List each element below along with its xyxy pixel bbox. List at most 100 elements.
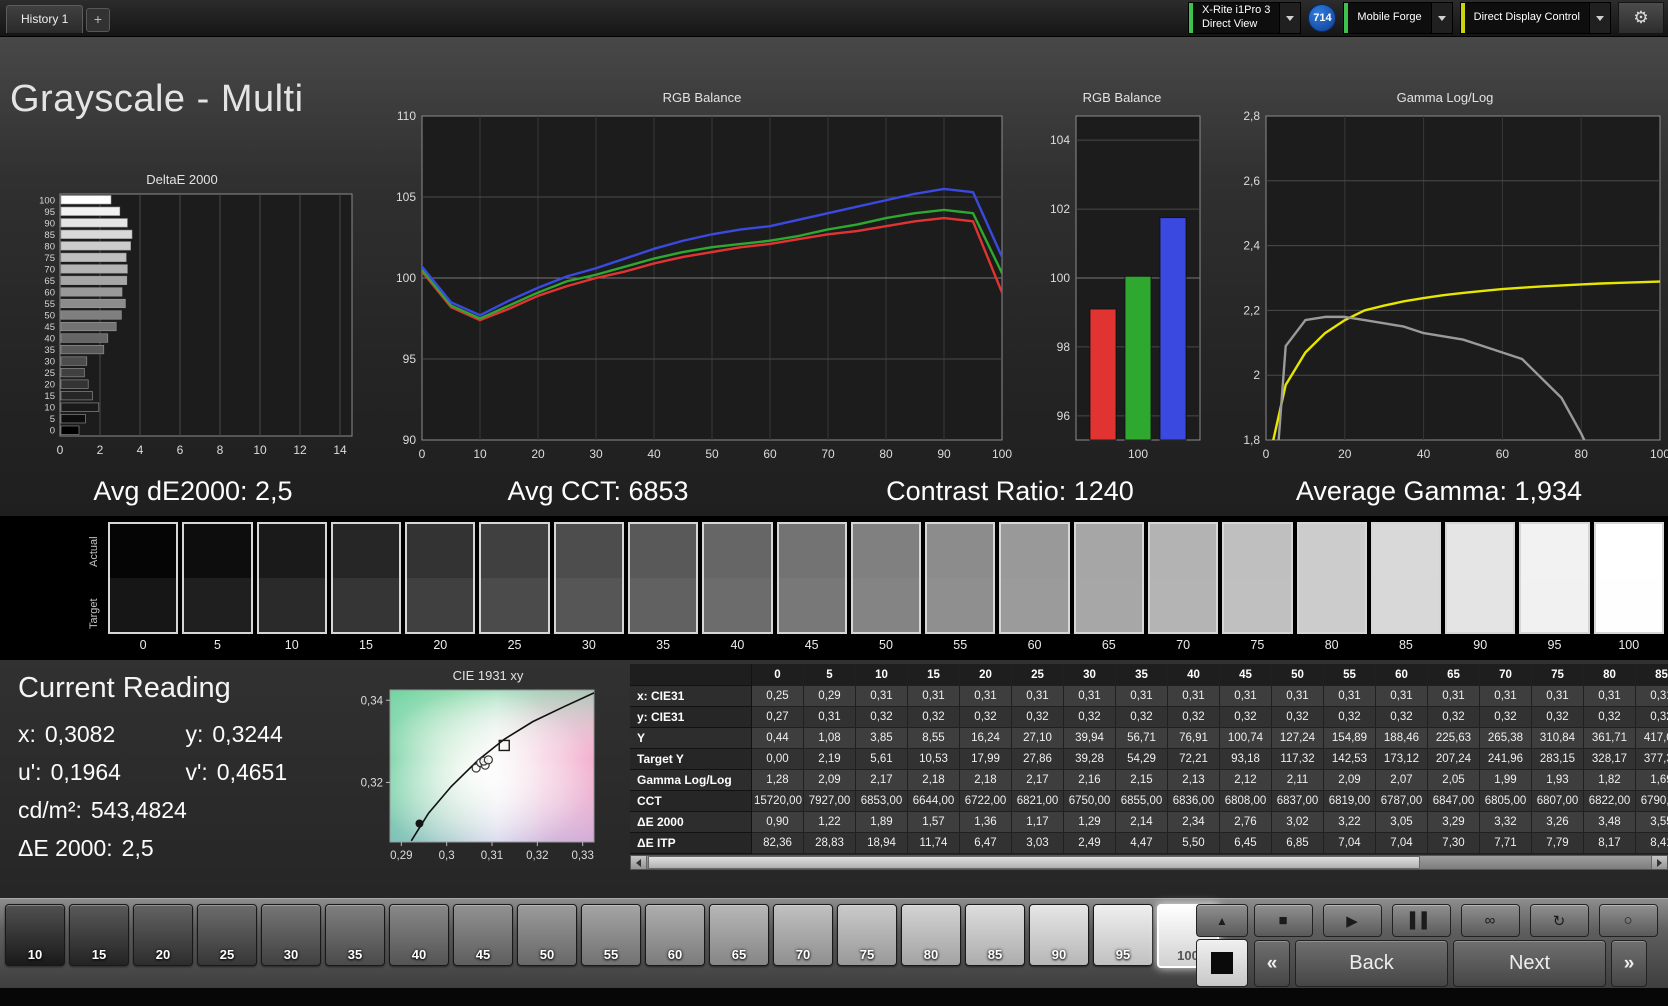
table-cell: 154,89 xyxy=(1324,728,1376,749)
table-cell: 5,50 xyxy=(1168,833,1220,854)
table-cell: 0,32 xyxy=(1012,707,1064,728)
table-cell: 0,32 xyxy=(1272,707,1324,728)
table-cell: 1,93 xyxy=(1532,770,1584,791)
swatch-actual-half xyxy=(927,524,994,578)
source-dropdown[interactable]: Mobile Forge xyxy=(1343,2,1453,34)
stop-button[interactable]: ■ xyxy=(1254,904,1313,937)
level-button-90[interactable]: 90 xyxy=(1029,904,1089,966)
add-tab-button[interactable]: + xyxy=(86,8,110,32)
table-row: Y 0,44 1,08 3,85 8,55 16,24 27,10 39,94 56,71 76,… xyxy=(630,728,1668,749)
table-cell: 6,85 xyxy=(1272,833,1324,854)
level-button-70[interactable]: 70 xyxy=(773,904,833,966)
swatch-actual-half xyxy=(110,524,177,578)
record-button[interactable]: ○ xyxy=(1599,904,1658,937)
pattern-window-button[interactable] xyxy=(1196,939,1248,987)
level-button-25[interactable]: 25 xyxy=(197,904,257,966)
table-cell: 8,55 xyxy=(908,728,960,749)
level-button-65[interactable]: 65 xyxy=(709,904,769,966)
table-cell: 0,31 xyxy=(804,707,856,728)
level-button-50[interactable]: 50 xyxy=(517,904,577,966)
table-row: x: CIE31 0,25 0,29 0,31 0,31 0,31 0,31 0,31 0,31… xyxy=(630,686,1668,707)
table-scrollbar[interactable] xyxy=(630,855,1668,870)
source-dropdown-button[interactable] xyxy=(1430,3,1452,33)
level-button-85[interactable]: 85 xyxy=(965,904,1025,966)
pause-button[interactable]: ▌▌ xyxy=(1392,904,1451,937)
table-cell: 0,32 xyxy=(1636,707,1668,728)
deltae-chart: DeltaE 2000 0 2 4 6 8 10 12 14 0 5 10 15 20 25 30 35 40 4… xyxy=(4,172,360,462)
scrollbar-thumb[interactable] xyxy=(648,856,1420,869)
tab-history-1[interactable]: History 1 xyxy=(6,5,84,33)
next-button[interactable]: Next xyxy=(1453,940,1606,987)
swatch-target-half xyxy=(1595,578,1662,632)
level-button-75[interactable]: 75 xyxy=(837,904,897,966)
swatch-label: 75 xyxy=(1250,638,1265,652)
swatch-box xyxy=(999,522,1070,634)
swatch-box xyxy=(182,522,253,634)
level-button-15[interactable]: 15 xyxy=(69,904,129,966)
deltae-bar-40 xyxy=(60,333,109,343)
level-button-30[interactable]: 30 xyxy=(261,904,321,966)
deltae-bar-95 xyxy=(60,206,121,216)
loop-button[interactable]: ↻ xyxy=(1530,904,1589,937)
table-cell: 0,32 xyxy=(960,707,1012,728)
level-button-label: 85 xyxy=(987,947,1003,962)
table-cell: 0,31 xyxy=(1324,686,1376,707)
level-button-label: 10 xyxy=(27,947,43,962)
display-control-dropdown-button[interactable] xyxy=(1589,3,1610,33)
scroll-left-button[interactable] xyxy=(631,856,647,869)
level-button-40[interactable]: 40 xyxy=(389,904,449,966)
table-cell: 7,04 xyxy=(1324,833,1376,854)
swatch-label: 35 xyxy=(656,638,671,652)
level-button-35[interactable]: 35 xyxy=(325,904,385,966)
table-cell: 27,86 xyxy=(1012,749,1064,770)
meter-dropdown[interactable]: X-Rite i1Pro 3 Direct View xyxy=(1187,2,1302,34)
table-cell: 2,09 xyxy=(804,770,856,791)
svg-text:95: 95 xyxy=(403,352,417,366)
table-header-cell: 20 xyxy=(960,664,1012,686)
back-arrow-button[interactable]: « xyxy=(1254,940,1290,987)
level-button-10[interactable]: 10 xyxy=(5,904,65,966)
grayscale-swatch-55: 55 xyxy=(925,522,996,652)
level-button-20[interactable]: 20 xyxy=(133,904,193,966)
next-arrow-button[interactable]: » xyxy=(1611,940,1647,987)
grayscale-swatch-80: 80 xyxy=(1296,522,1367,652)
gear-icon: ⚙ xyxy=(1633,8,1649,27)
meter-dropdown-button[interactable] xyxy=(1279,3,1301,33)
play-button[interactable]: ▶ xyxy=(1323,904,1382,937)
table-cell: 3,48 xyxy=(1584,812,1636,833)
table-cell: 2,07 xyxy=(1376,770,1428,791)
deltae-chart-canvas: 0 2 4 6 8 10 12 1405101520253035404550556065707… xyxy=(39,193,353,457)
table-cell: 2,16 xyxy=(1064,770,1116,791)
level-button-label: 35 xyxy=(347,947,363,962)
continuous-button[interactable]: ∞ xyxy=(1461,904,1520,937)
deltae-bar-5 xyxy=(60,414,86,424)
back-button[interactable]: Back xyxy=(1295,940,1448,987)
scroll-right-button[interactable] xyxy=(1651,856,1667,869)
swatch-actual-half xyxy=(1521,524,1588,578)
level-button-60[interactable]: 60 xyxy=(645,904,705,966)
settings-button[interactable]: ⚙ xyxy=(1618,2,1664,34)
level-button-95[interactable]: 95 xyxy=(1093,904,1153,966)
level-button-label: 45 xyxy=(475,947,491,962)
swatch-actual-half xyxy=(778,524,845,578)
grayscale-swatch-20: 20 xyxy=(405,522,476,652)
summary-stats-row: Avg dE2000: 2,5 Avg CCT: 6853 Contrast R… xyxy=(0,476,1668,507)
level-button-55[interactable]: 55 xyxy=(581,904,641,966)
display-control-dropdown[interactable]: Direct Display Control xyxy=(1459,2,1611,34)
swatch-label: 95 xyxy=(1547,638,1562,652)
svg-text:100: 100 xyxy=(1650,447,1668,461)
chart-title: RGB Balance xyxy=(1082,90,1162,105)
deltae-bar-85 xyxy=(60,229,133,239)
level-button-45[interactable]: 45 xyxy=(453,904,513,966)
deltae-bar-100 xyxy=(60,195,112,205)
level-button-80[interactable]: 80 xyxy=(901,904,961,966)
pattern-up-button[interactable]: ▲ xyxy=(1196,904,1248,937)
table-cell: 225,63 xyxy=(1428,728,1480,749)
table-cell: 39,28 xyxy=(1064,749,1116,770)
table-row-label: ΔE 2000 xyxy=(630,812,752,833)
swatch-target-half xyxy=(481,578,548,632)
swatch-box xyxy=(108,522,179,634)
table-row: y: CIE31 0,27 0,31 0,32 0,32 0,32 0,32 0,32 0,32… xyxy=(630,707,1668,728)
table-cell: 0,32 xyxy=(1428,707,1480,728)
swatch-label: 85 xyxy=(1398,638,1413,652)
